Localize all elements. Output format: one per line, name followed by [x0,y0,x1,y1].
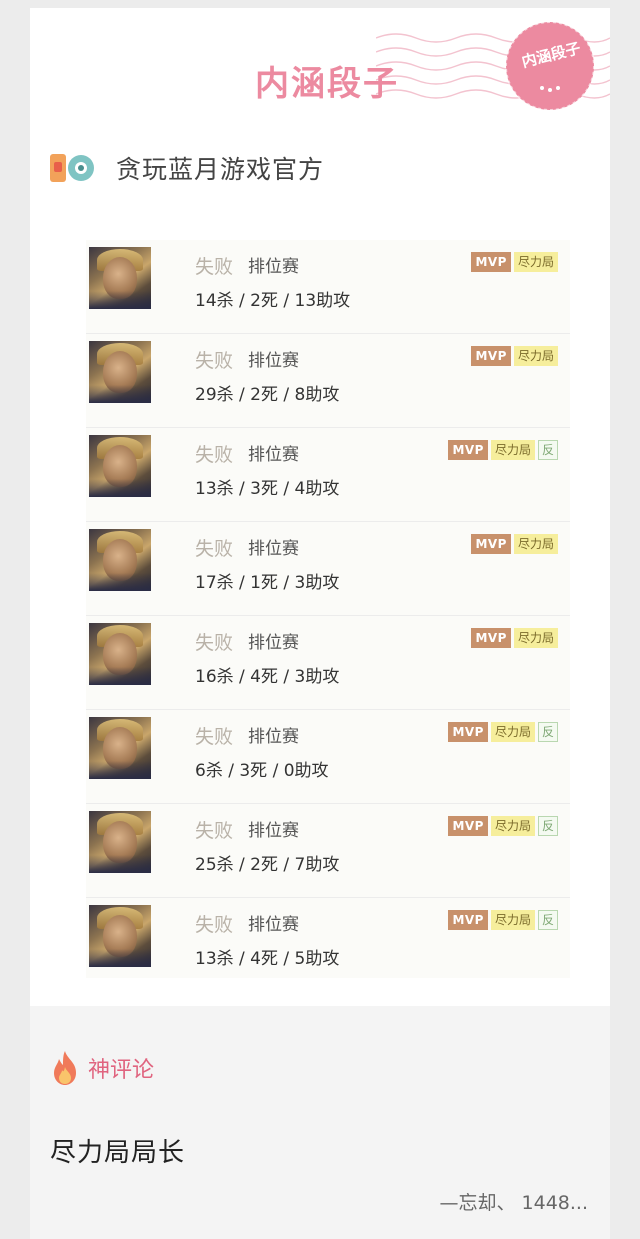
effort-badge: 尽力局 [490,722,535,742]
match-result: 失败 [195,632,234,654]
mvp-badge: MVP [448,910,488,930]
match-row[interactable]: 失败 排位赛 14杀 / 2死 / 13助攻 MVP 尽力局 [86,240,570,334]
match-kda: 13杀 / 4死 / 5助攻 [195,949,340,969]
match-history-list: 失败 排位赛 14杀 / 2死 / 13助攻 MVP 尽力局 失败 排位赛 29… [86,240,570,978]
god-comment-section: 神评论 尽力局局长 —忘却、 1448... [30,1006,610,1239]
match-mode: 排位赛 [248,445,299,465]
match-kda: 29杀 / 2死 / 8助攻 [195,385,340,405]
match-badges: MVP 尽力局 [471,534,558,554]
match-result: 失败 [195,350,234,372]
effort-badge: 尽力局 [513,534,558,554]
match-result: 失败 [195,256,234,278]
mvp-badge: MVP [471,534,511,554]
mvp-badge: MVP [448,440,488,460]
match-badges: MVP 尽力局 反 [448,910,558,930]
hero-avatar [89,247,151,309]
effort-badge: 尽力局 [513,628,558,648]
match-badges: MVP 尽力局 反 [448,722,558,742]
comment-author[interactable]: —忘却、 1448... [439,1188,588,1215]
match-badges: MVP 尽力局 [471,346,558,366]
mvp-badge: MVP [448,816,488,836]
comeback-badge: 反 [537,722,558,742]
comeback-badge: 反 [537,440,558,460]
match-kda: 13杀 / 3死 / 4助攻 [195,479,340,499]
author-name: 贪玩蓝月游戏官方 [116,155,325,184]
mvp-badge: MVP [448,722,488,742]
match-kda: 25杀 / 2死 / 7助攻 [195,855,340,875]
effort-badge: 尽力局 [513,252,558,272]
match-mode: 排位赛 [248,539,299,559]
match-mode: 排位赛 [248,633,299,653]
hero-avatar [89,435,151,497]
match-kda: 6杀 / 3死 / 0助攻 [195,761,329,781]
match-row[interactable]: 失败 排位赛 25杀 / 2死 / 7助攻 MVP 尽力局 反 [86,804,570,898]
match-result: 失败 [195,726,234,748]
match-row[interactable]: 失败 排位赛 16杀 / 4死 / 3助攻 MVP 尽力局 [86,616,570,710]
match-kda: 17杀 / 1死 / 3助攻 [195,573,340,593]
match-badges: MVP 尽力局 [471,628,558,648]
match-row[interactable]: 失败 排位赛 29杀 / 2死 / 8助攻 MVP 尽力局 [86,334,570,428]
comeback-badge: 反 [537,816,558,836]
effort-badge: 尽力局 [513,346,558,366]
mvp-badge: MVP [471,346,511,366]
match-mode: 排位赛 [248,727,299,747]
match-kda: 16杀 / 4死 / 3助攻 [195,667,340,687]
match-mode: 排位赛 [248,351,299,371]
match-badges: MVP 尽力局 反 [448,816,558,836]
effort-badge: 尽力局 [490,816,535,836]
match-badges: MVP 尽力局 [471,252,558,272]
effort-badge: 尽力局 [490,910,535,930]
match-row[interactable]: 失败 排位赛 6杀 / 3死 / 0助攻 MVP 尽力局 反 [86,710,570,804]
match-result: 失败 [195,444,234,466]
hero-avatar [89,529,151,591]
author-row[interactable]: 贪玩蓝月游戏官方 [50,148,324,188]
match-mode: 排位赛 [248,915,299,935]
match-badges: MVP 尽力局 反 [448,440,558,460]
post-card: 内涵段子 内涵段子 贪玩蓝月游戏官方 失败 排位赛 14杀 / 2死 / 13助… [30,8,610,1239]
game-app-icon [50,154,94,182]
hero-avatar [89,717,151,779]
match-mode: 排位赛 [248,821,299,841]
match-row[interactable]: 失败 排位赛 13杀 / 3死 / 4助攻 MVP 尽力局 反 [86,428,570,522]
hero-avatar [89,811,151,873]
comment-text: 尽力局局长 [50,1138,186,1168]
fire-icon [54,1051,76,1085]
match-result: 失败 [195,820,234,842]
match-result: 失败 [195,914,234,936]
brand-title: 内涵段子 [255,64,399,104]
mvp-badge: MVP [471,628,511,648]
match-row[interactable]: 失败 排位赛 13杀 / 4死 / 5助攻 MVP 尽力局 反 [86,898,570,978]
mvp-badge: MVP [471,252,511,272]
hero-avatar [89,905,151,967]
match-kda: 14杀 / 2死 / 13助攻 [195,291,351,311]
match-row[interactable]: 失败 排位赛 17杀 / 1死 / 3助攻 MVP 尽力局 [86,522,570,616]
comment-header: 神评论 [50,1050,154,1086]
match-result: 失败 [195,538,234,560]
comeback-badge: 反 [537,910,558,930]
match-mode: 排位赛 [248,257,299,277]
hero-avatar [89,341,151,403]
effort-badge: 尽力局 [490,440,535,460]
hero-avatar [89,623,151,685]
comment-header-label: 神评论 [88,1058,155,1083]
